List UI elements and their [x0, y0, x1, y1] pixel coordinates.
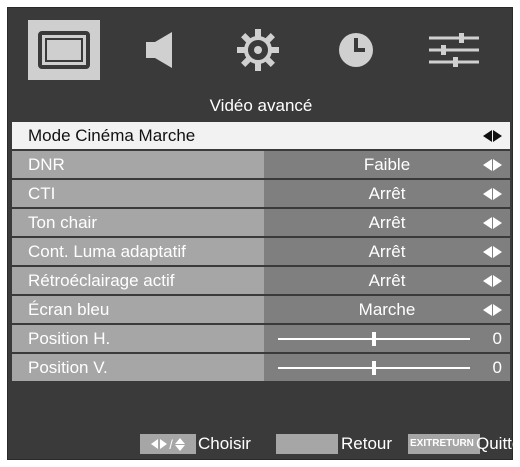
left-right-arrows-icon[interactable]: [483, 303, 502, 316]
gear-icon: [237, 29, 279, 71]
row-value-area: Arrêt: [264, 180, 510, 207]
row-value: Arrêt: [368, 183, 406, 203]
exit-return-key-icon: EXITRETURN: [408, 434, 480, 454]
row-label: Écran bleu: [12, 296, 264, 323]
tab-sound[interactable]: [126, 20, 198, 80]
row-label: Ton chair: [12, 209, 264, 236]
row-ton-chair[interactable]: Ton chair Arrêt: [12, 209, 510, 236]
slider-thumb[interactable]: [372, 331, 376, 346]
position-h-slider[interactable]: [278, 331, 470, 346]
footer-quitter-label: Quitter: [476, 434, 520, 453]
footer-help-bar: / Choisir Retour EXITRETURN Quitter: [8, 430, 520, 458]
row-label: Position V.: [12, 354, 264, 381]
row-label: Position H.: [12, 325, 264, 352]
row-value-area: Marche: [264, 296, 510, 323]
left-right-arrows-icon[interactable]: [483, 274, 502, 287]
row-position-h[interactable]: Position H. 0: [12, 325, 510, 352]
row-value-area: Arrêt: [264, 238, 510, 265]
slider-value: 0: [492, 357, 502, 377]
row-cti[interactable]: CTI Arrêt: [12, 180, 510, 207]
row-value-area: Arrêt: [264, 209, 510, 236]
left-right-arrows-icon[interactable]: [483, 216, 502, 229]
row-value: Arrêt: [368, 212, 406, 232]
menu-tabs: [8, 8, 514, 90]
row-value-area: 0: [264, 354, 510, 381]
left-right-arrows-icon[interactable]: [483, 129, 502, 142]
row-value-area: 0: [264, 325, 510, 352]
tab-settings[interactable]: [222, 20, 294, 80]
left-right-arrows-icon[interactable]: [483, 245, 502, 258]
row-mode-cinema[interactable]: Mode Cinéma Marche: [12, 122, 510, 149]
position-v-slider[interactable]: [278, 360, 470, 375]
left-right-arrows-icon[interactable]: [483, 158, 502, 171]
row-value-area: Arrêt: [264, 267, 510, 294]
row-value: Arrêt: [368, 270, 406, 290]
osd-menu: Vidéo avancé Mode Cinéma Marche DNR Faib…: [7, 7, 520, 460]
row-ecran-bleu[interactable]: Écran bleu Marche: [12, 296, 510, 323]
row-value-area: Faible: [264, 151, 510, 178]
footer-choisir-label: Choisir: [198, 434, 251, 453]
tab-picture[interactable]: [28, 20, 100, 80]
menu-key-icon: [276, 434, 338, 454]
slider-thumb[interactable]: [372, 360, 376, 375]
sliders-icon: [429, 33, 479, 67]
row-label: Mode Cinéma Marche: [28, 125, 196, 145]
left-right-arrows-icon[interactable]: [483, 187, 502, 200]
row-label: Cont. Luma adaptatif: [12, 238, 264, 265]
slider-value: 0: [492, 328, 502, 348]
tab-timer[interactable]: [320, 20, 392, 80]
row-retroeclairage[interactable]: Rétroéclairage actif Arrêt: [12, 267, 510, 294]
row-label: CTI: [12, 180, 264, 207]
row-value: Faible: [363, 154, 411, 174]
tv-picture-icon: [38, 31, 90, 69]
settings-list: Mode Cinéma Marche DNR Faible CTI Arrêt …: [12, 122, 510, 383]
row-cont-luma[interactable]: Cont. Luma adaptatif Arrêt: [12, 238, 510, 265]
row-position-v[interactable]: Position V. 0: [12, 354, 510, 381]
row-value: Arrêt: [368, 241, 406, 261]
clock-icon: [339, 33, 373, 67]
page-title: Vidéo avancé: [209, 96, 313, 115]
row-dnr[interactable]: DNR Faible: [12, 151, 510, 178]
speaker-icon: [146, 32, 172, 68]
footer-retour-label: Retour: [341, 434, 393, 453]
row-label: Rétroéclairage actif: [12, 267, 264, 294]
row-value: Marche: [358, 299, 416, 319]
row-label: DNR: [12, 151, 264, 178]
navigate-arrows-icon: /: [140, 434, 196, 454]
tab-options[interactable]: [418, 20, 490, 80]
